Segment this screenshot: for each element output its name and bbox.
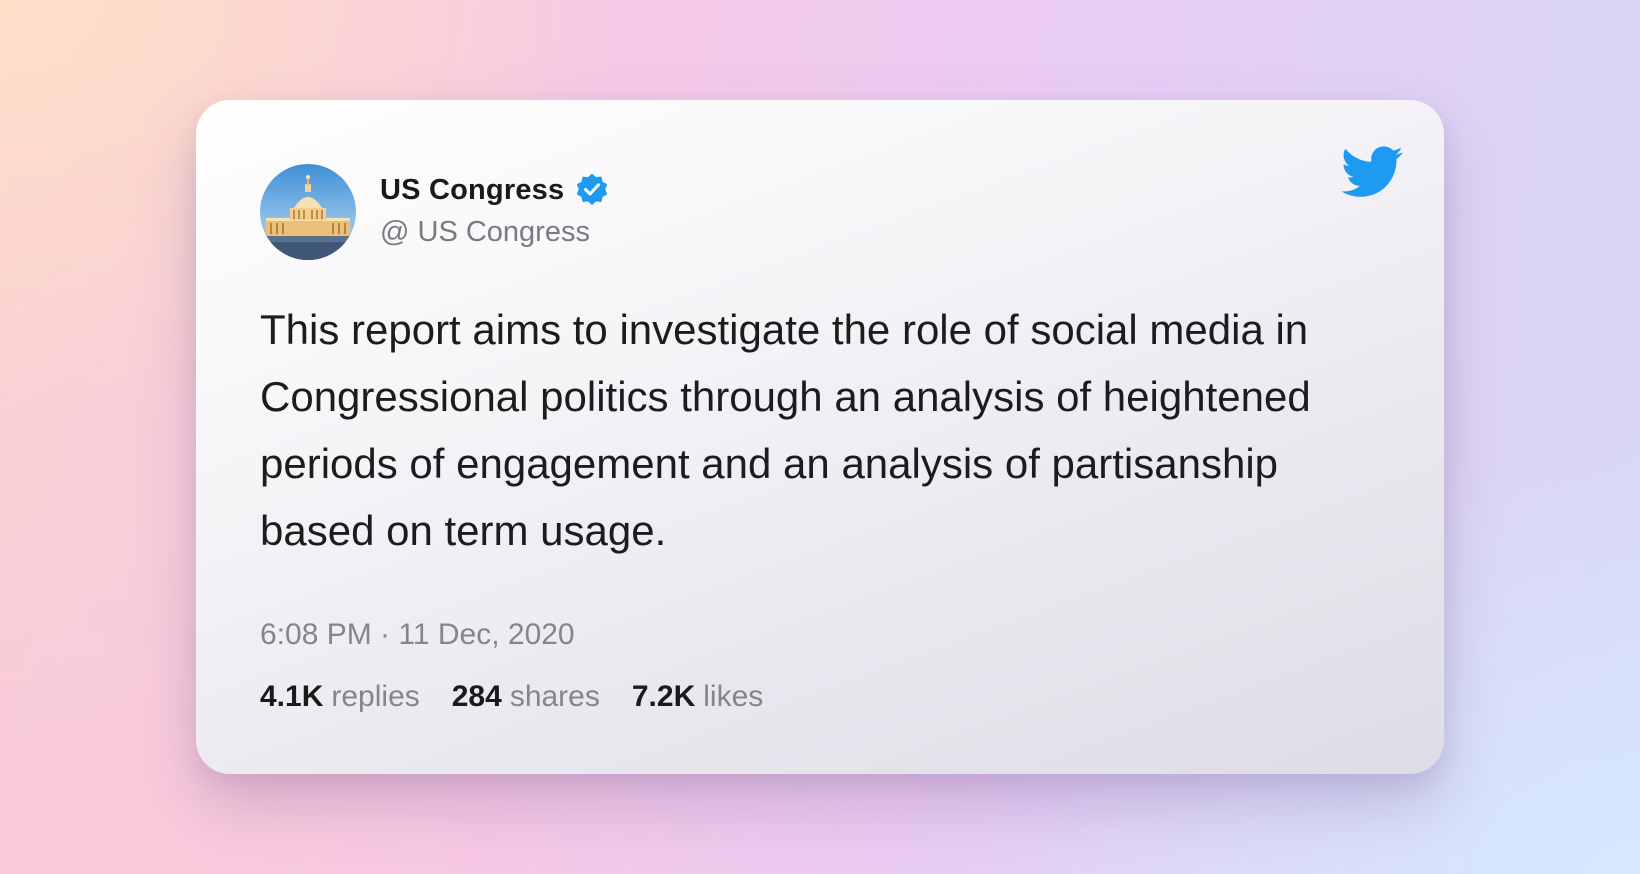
replies-count: 4.1K [260, 680, 324, 713]
likes-count: 7.2K [631, 680, 696, 713]
capitol-building-icon [260, 164, 356, 260]
replies-stat[interactable]: 4.1K replies [260, 680, 420, 714]
account-name-row: US Congress [380, 172, 610, 208]
shares-stat[interactable]: 284 shares [452, 680, 600, 714]
shares-count: 284 [451, 680, 502, 713]
tweet-stats: 4.1K replies 284 shares 7.2K likes [260, 680, 763, 714]
account-handle[interactable]: @ US Congress [380, 216, 590, 249]
avatar[interactable] [260, 164, 356, 260]
twitter-bird-icon[interactable] [1342, 146, 1404, 198]
shares-label: shares [509, 680, 600, 713]
account-display-name[interactable]: US Congress [380, 174, 564, 207]
verified-badge-icon [577, 173, 608, 206]
replies-label: replies [331, 680, 420, 713]
tweet-timestamp[interactable]: 6:08 PM · 11 Dec, 2020 [260, 618, 575, 652]
likes-stat[interactable]: 7.2K likes [632, 680, 763, 714]
tweet-card: US Congress @ US Congress This report ai… [196, 100, 1444, 774]
likes-label: likes [703, 680, 764, 713]
tweet-text: This report aims to investigate the role… [260, 306, 1311, 554]
